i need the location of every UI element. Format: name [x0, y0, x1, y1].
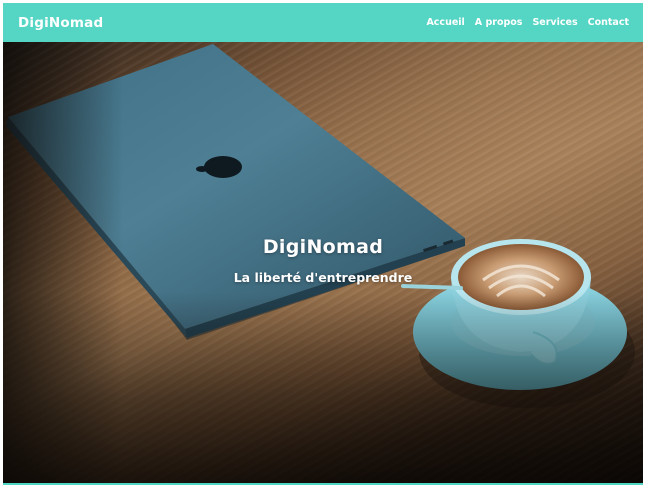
navbar: DigiNomad Accueil A propos Services Cont…: [3, 3, 643, 42]
nav-link-a-propos[interactable]: A propos: [475, 17, 523, 28]
hero-text: DigiNomad La liberté d'entreprendre: [3, 236, 643, 285]
brand-logo[interactable]: DigiNomad: [18, 15, 103, 31]
hero-title: DigiNomad: [262, 236, 384, 258]
nav-link-accueil[interactable]: Accueil: [426, 17, 464, 28]
hero-section: DigiNomad La liberté d'entreprendre: [3, 42, 643, 483]
nav-link-contact[interactable]: Contact: [588, 17, 629, 28]
nav-links: Accueil A propos Services Contact: [426, 17, 629, 28]
hero-subtitle: La liberté d'entreprendre: [233, 270, 413, 285]
nav-link-services[interactable]: Services: [532, 17, 577, 28]
page-frame: DigiNomad Accueil A propos Services Cont…: [3, 3, 643, 485]
